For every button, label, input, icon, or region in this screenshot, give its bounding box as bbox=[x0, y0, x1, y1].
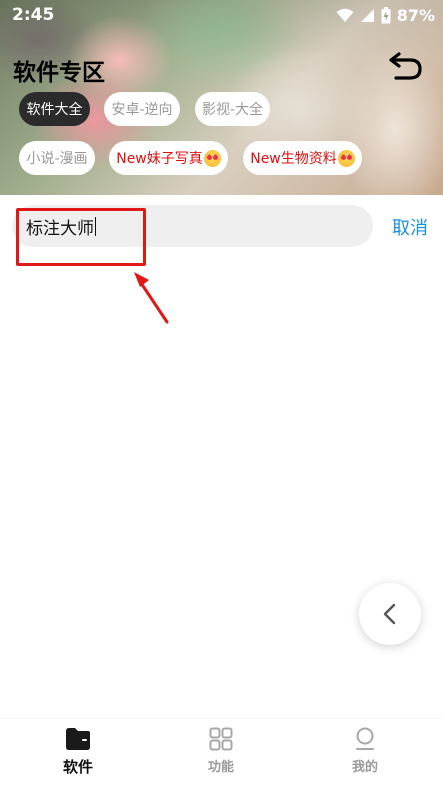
category-chip-software[interactable]: 软件大全 bbox=[19, 92, 90, 126]
user-icon bbox=[356, 727, 374, 750]
floating-back-button[interactable] bbox=[359, 583, 421, 645]
nav-tab-features[interactable]: 功能 bbox=[176, 727, 266, 775]
cancel-button[interactable]: 取消 bbox=[392, 214, 428, 240]
nav-label: 软件 bbox=[62, 758, 93, 776]
category-chip-novel[interactable]: 小说-漫画 bbox=[19, 141, 95, 175]
chip-label: 软件大全 bbox=[26, 102, 83, 118]
category-chip-biology[interactable]: New生物资料 bbox=[243, 141, 362, 175]
signal-icon bbox=[360, 9, 374, 22]
grid-icon bbox=[209, 727, 233, 751]
status-icons: 87% bbox=[336, 6, 435, 25]
heart-eyes-emoji-icon bbox=[203, 149, 221, 167]
chip-label: New生物资料 bbox=[250, 151, 337, 167]
page-title: 软件专区 bbox=[13, 60, 105, 86]
annotation-arrow-icon bbox=[134, 272, 169, 324]
chevron-left-icon bbox=[383, 603, 396, 625]
status-time: 2:45 bbox=[12, 5, 55, 25]
category-chip-photos[interactable]: New妹子写真 bbox=[109, 141, 228, 175]
nav-label: 功能 bbox=[207, 760, 234, 775]
bottom-navigation: 软件 功能 我的 bbox=[0, 718, 443, 788]
nav-tab-software[interactable]: 软件 bbox=[33, 727, 123, 777]
battery-icon bbox=[381, 7, 391, 24]
undo-arrow-icon[interactable] bbox=[388, 50, 424, 82]
annotation-highlight-box bbox=[16, 208, 146, 266]
wifi-icon bbox=[336, 8, 354, 22]
nav-tab-mine[interactable]: 我的 bbox=[320, 727, 410, 775]
status-bar: 2:45 87% bbox=[0, 0, 443, 30]
nav-label: 我的 bbox=[351, 760, 378, 775]
heart-eyes-emoji-icon bbox=[337, 149, 355, 167]
chip-label: New妹子写真 bbox=[116, 151, 203, 167]
chip-label: 小说-漫画 bbox=[26, 151, 88, 167]
category-chip-video[interactable]: 影视-大全 bbox=[195, 92, 270, 126]
category-chip-android[interactable]: 安卓-逆向 bbox=[104, 92, 180, 126]
folder-icon bbox=[66, 728, 90, 750]
battery-percentage: 87% bbox=[396, 6, 435, 25]
chip-label: 影视-大全 bbox=[201, 102, 264, 118]
chip-label: 安卓-逆向 bbox=[111, 102, 173, 118]
